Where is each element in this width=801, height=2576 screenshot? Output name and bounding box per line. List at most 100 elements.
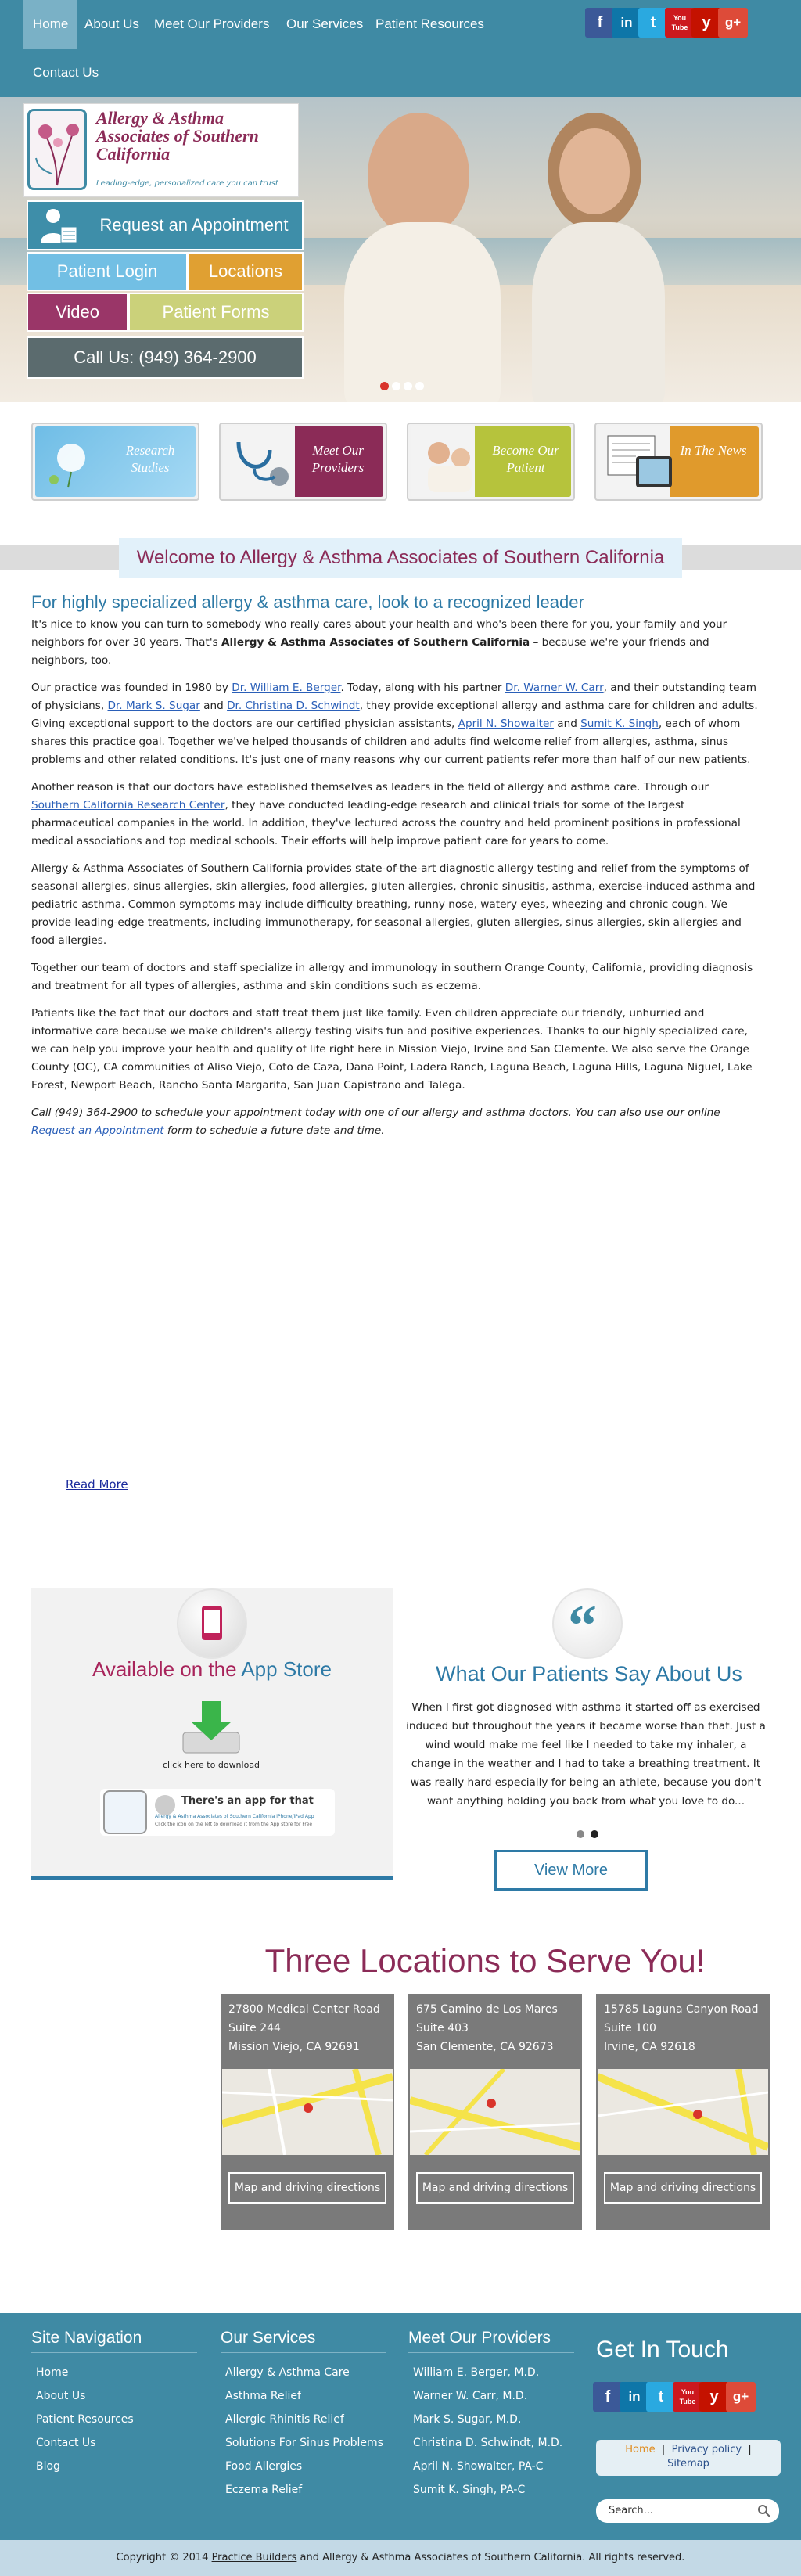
content-heading: For highly specialized allergy & asthma … bbox=[31, 592, 584, 612]
footer-link-patient-resources[interactable]: Patient Resources bbox=[36, 2413, 134, 2426]
footer-link-service[interactable]: Allergy & Asthma Care bbox=[225, 2366, 350, 2379]
googleplus-icon[interactable]: g+ bbox=[726, 2382, 756, 2412]
logo[interactable]: Allergy & Asthma Associates of Southern … bbox=[23, 103, 299, 197]
app-thumbnail-icon bbox=[103, 1790, 147, 1834]
main-content: For highly specialized allergy & asthma … bbox=[31, 593, 759, 1149]
view-more-button[interactable]: View More bbox=[494, 1850, 648, 1891]
nav-home[interactable]: Home bbox=[23, 0, 78, 49]
video-button[interactable]: Video bbox=[27, 293, 128, 332]
link-dr-carr[interactable]: Dr. Warner W. Carr bbox=[505, 682, 604, 694]
nav-patient-resources[interactable]: Patient Resources bbox=[366, 0, 494, 49]
footer-link-provider[interactable]: Christina D. Schwindt, M.D. bbox=[413, 2437, 562, 2449]
sitemap-link[interactable]: Sitemap bbox=[667, 2458, 709, 2470]
newspaper-icon bbox=[605, 433, 677, 498]
twitter-icon[interactable]: t bbox=[646, 2382, 676, 2412]
slider-dots bbox=[380, 379, 427, 394]
hero-slider: Allergy & Asthma Associates of Southern … bbox=[0, 97, 801, 402]
content-paragraph: Call (949) 364-2900 to schedule your app… bbox=[31, 1106, 720, 1137]
policy-links: Home | Privacy policy | Sitemap bbox=[596, 2440, 781, 2476]
nav-meet-our-providers[interactable]: Meet Our Providers bbox=[145, 0, 278, 49]
yelp-icon[interactable]: y bbox=[699, 2382, 729, 2412]
tile-meet-our-providers[interactable]: Meet Our Providers bbox=[219, 423, 387, 501]
googleplus-icon[interactable]: g+ bbox=[718, 8, 748, 38]
download-button[interactable]: click here to download bbox=[156, 1698, 266, 1773]
tile-in-the-news[interactable]: In The News bbox=[594, 423, 763, 501]
link-dr-schwindt[interactable]: Dr. Christina D. Schwindt bbox=[227, 700, 360, 712]
footer-link-provider[interactable]: Sumit K. Singh, PA-C bbox=[413, 2484, 525, 2496]
map-directions-button[interactable]: Map and driving directions bbox=[604, 2172, 762, 2204]
map-pin-icon bbox=[304, 2103, 313, 2113]
tile-research-studies[interactable]: Research Studies bbox=[31, 423, 199, 501]
location-map[interactable] bbox=[598, 2069, 768, 2155]
patient-forms-button[interactable]: Patient Forms bbox=[128, 293, 304, 332]
footer-link-service[interactable]: Allergic Rhinitis Relief bbox=[225, 2413, 344, 2426]
download-label: click here to download bbox=[162, 1760, 260, 1770]
footer-link-service[interactable]: Asthma Relief bbox=[225, 2390, 301, 2402]
footer-divider bbox=[221, 2352, 386, 2353]
man-shirt bbox=[344, 222, 501, 402]
tile-meet-our-providers-label: Meet Our Providers bbox=[311, 443, 365, 475]
link-research-center[interactable]: Southern California Research Center bbox=[31, 799, 224, 811]
request-appointment-button[interactable]: Request an Appointment bbox=[27, 200, 304, 250]
footer-link-about[interactable]: About Us bbox=[36, 2390, 85, 2402]
nav-our-services[interactable]: Our Services bbox=[277, 0, 372, 49]
testimonial-dots bbox=[577, 1826, 598, 1841]
map-directions-button[interactable]: Map and driving directions bbox=[228, 2172, 386, 2204]
footer-link-service[interactable]: Eczema Relief bbox=[225, 2484, 302, 2496]
get-in-touch-title: Get In Touch bbox=[596, 2337, 729, 2362]
linkedin-icon[interactable]: in bbox=[612, 8, 641, 38]
location-card: 675 Camino de Los Mares Suite 403 San Clem… bbox=[408, 1994, 582, 2230]
link-dr-sugar[interactable]: Dr. Mark S. Sugar bbox=[108, 700, 200, 712]
privacy-policy-link[interactable]: Privacy policy bbox=[672, 2444, 742, 2455]
locations-button[interactable]: Locations bbox=[188, 252, 304, 291]
footer-link-provider[interactable]: April N. Showalter, PA-C bbox=[413, 2460, 543, 2473]
facebook-icon[interactable]: f bbox=[593, 2382, 623, 2412]
slider-dot[interactable] bbox=[392, 382, 400, 390]
phone-icon bbox=[177, 1588, 247, 1659]
slider-dot[interactable] bbox=[415, 382, 424, 390]
read-more-link[interactable]: Read More bbox=[66, 1477, 128, 1491]
footer-search-input[interactable]: Search... bbox=[596, 2499, 779, 2523]
request-appointment-icon bbox=[39, 207, 78, 246]
footer-link-service[interactable]: Food Allergies bbox=[225, 2460, 302, 2473]
logo-flower-icon bbox=[27, 109, 87, 190]
svg-text:“: “ bbox=[568, 1594, 597, 1657]
link-singh[interactable]: Sumit K. Singh bbox=[580, 718, 659, 730]
patient-login-button[interactable]: Patient Login bbox=[27, 252, 188, 291]
youtube-icon[interactable]: You Tube bbox=[673, 2382, 702, 2412]
app-banner[interactable]: There's an app for that Allergy & Asthma… bbox=[100, 1789, 335, 1836]
request-appointment-label: Request an Appointment bbox=[99, 215, 289, 235]
slider-dot[interactable] bbox=[404, 382, 412, 390]
tile-become-our-patient[interactable]: Become Our Patient bbox=[407, 423, 575, 501]
facebook-icon[interactable]: f bbox=[585, 8, 615, 38]
call-us-button[interactable]: Call Us: (949) 364-2900 bbox=[27, 336, 304, 379]
twitter-icon[interactable]: t bbox=[638, 8, 668, 38]
practice-builders-link[interactable]: Practice Builders bbox=[212, 2552, 297, 2563]
testimonial-dot[interactable] bbox=[591, 1830, 598, 1838]
link-request-appointment[interactable]: Request an Appointment bbox=[31, 1124, 164, 1137]
nav-contact-us[interactable]: Contact Us bbox=[23, 49, 108, 97]
testimonial-dot[interactable] bbox=[577, 1830, 584, 1838]
content-paragraph: Allergy & Asthma Associates of Southern … bbox=[31, 862, 756, 947]
linkedin-icon[interactable]: in bbox=[620, 2382, 649, 2412]
search-icon[interactable] bbox=[757, 2504, 771, 2527]
location-card: 15785 Laguna Canyon Road Suite 100 Irvine,… bbox=[596, 1994, 770, 2230]
footer-link-provider[interactable]: Warner W. Carr, M.D. bbox=[413, 2390, 527, 2402]
nav-about-us[interactable]: About Us bbox=[75, 0, 149, 49]
slider-dot[interactable] bbox=[380, 382, 389, 390]
location-map[interactable] bbox=[410, 2069, 580, 2155]
location-map[interactable] bbox=[222, 2069, 393, 2155]
map-directions-button[interactable]: Map and driving directions bbox=[416, 2172, 574, 2204]
yelp-icon[interactable]: y bbox=[691, 8, 721, 38]
footer-link-contact[interactable]: Contact Us bbox=[36, 2437, 95, 2449]
footer-link-service[interactable]: Solutions For Sinus Problems bbox=[225, 2437, 383, 2449]
youtube-icon[interactable]: You Tube bbox=[665, 8, 695, 38]
footer-link-blog[interactable]: Blog bbox=[36, 2460, 60, 2473]
footer-link-provider[interactable]: William E. Berger, M.D. bbox=[413, 2366, 539, 2379]
map-pin-icon bbox=[487, 2099, 496, 2108]
link-showalter[interactable]: April N. Showalter bbox=[458, 718, 554, 730]
link-dr-berger[interactable]: Dr. William E. Berger bbox=[232, 682, 340, 694]
footer-link-home[interactable]: Home bbox=[36, 2366, 68, 2379]
footer-link-provider[interactable]: Mark S. Sugar, M.D. bbox=[413, 2413, 521, 2426]
footer-home-link[interactable]: Home bbox=[625, 2444, 655, 2455]
